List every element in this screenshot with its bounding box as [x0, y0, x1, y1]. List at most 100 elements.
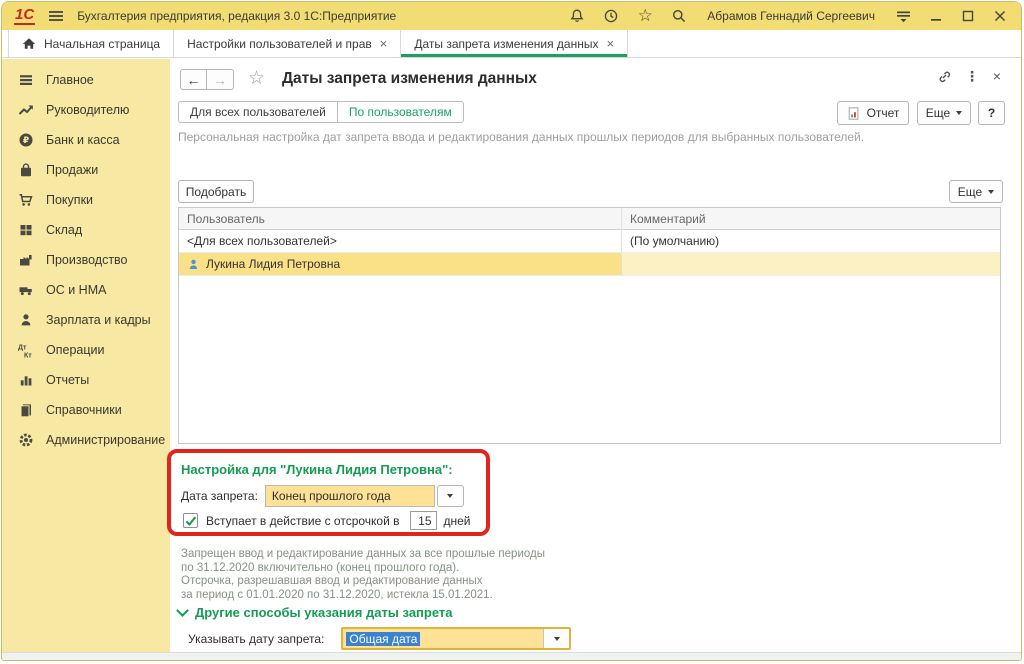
settings-heading: Настройка для "Лукина Лидия Петровна":: [181, 462, 453, 477]
service-menu-icon[interactable]: [893, 7, 913, 25]
favorites-star-icon[interactable]: ☆: [635, 7, 655, 25]
ban-date-mode-row: Указывать дату запрета: Общая дата: [188, 627, 571, 650]
view-mode-toggle: Для всех пользователей По пользователям: [178, 101, 464, 123]
form-more-button[interactable]: Еще: [917, 101, 971, 125]
help-button[interactable]: ?: [978, 101, 1005, 125]
get-link-icon[interactable]: [935, 68, 953, 84]
app-title: Бухгалтерия предприятия, редакция 3.0 1С…: [77, 9, 396, 23]
sidebar-item-proizvodstvo[interactable]: Производство: [2, 245, 170, 275]
close-form-icon[interactable]: ×: [988, 68, 1006, 84]
search-icon[interactable]: [669, 7, 689, 25]
shopping-cart-icon: [17, 192, 34, 209]
sidebar-item-operacii[interactable]: ДтКт Операции: [2, 335, 170, 365]
ban-date-mode-dropdown-button[interactable]: [543, 629, 569, 648]
sidebar-item-glavnoe[interactable]: Главное: [2, 65, 170, 95]
ban-date-label: Дата запрета:: [181, 489, 258, 503]
chevron-down-icon: [956, 111, 962, 115]
book-icon: [17, 402, 34, 419]
tab-close-icon[interactable]: ×: [606, 39, 614, 49]
current-user-name[interactable]: Абрамов Геннадий Сергеевич: [707, 9, 875, 23]
sidebar-item-zarplata-i-kadry[interactable]: Зарплата и кадры: [2, 305, 170, 335]
boxes-grid-icon: [17, 222, 34, 239]
user-cell: <Для всех пользователей>: [187, 234, 337, 248]
deferral-days-input[interactable]: 15: [410, 511, 437, 530]
svg-text:Кт: Кт: [24, 352, 32, 359]
truck-icon: [17, 282, 34, 299]
sidebar-item-os-i-nma[interactable]: ОС и НМА: [2, 275, 170, 305]
factory-icon: [17, 252, 34, 269]
table-row-all-users[interactable]: <Для всех пользователей> (По умолчанию): [179, 230, 1000, 253]
user-cell: Лукина Лидия Петровна: [206, 257, 340, 271]
ruble-circle-icon: ₽: [17, 132, 34, 149]
tab-label: Настройки пользователей и прав: [187, 37, 372, 51]
forward-arrow-button[interactable]: →: [207, 69, 234, 90]
form-data-change-ban-dates: ← → ☆ Даты запрета изменения данных ⋮ × …: [170, 59, 1021, 652]
1c-logo-icon: 1С: [14, 8, 35, 25]
page-title: Даты запрета изменения данных: [282, 70, 537, 88]
other-ways-section-header[interactable]: Другие способы указания даты запрета: [178, 605, 453, 620]
history-icon[interactable]: [601, 7, 621, 25]
tab-data-change-ban-dates[interactable]: Даты запрета изменения данных ×: [401, 30, 628, 57]
user-person-icon: [187, 258, 200, 271]
tab-user-rights-settings[interactable]: Настройки пользователей и прав ×: [174, 30, 401, 57]
tab-label: Даты запрета изменения данных: [414, 37, 598, 51]
table-row-lukina[interactable]: Лукина Лидия Петровна: [179, 253, 1000, 276]
tab-home[interactable]: Начальная страница: [8, 30, 174, 57]
tab-bar: Начальная страница Настройки пользовател…: [2, 30, 1021, 58]
close-window-button[interactable]: [991, 8, 1009, 24]
chevron-down-icon: [447, 494, 453, 498]
ban-info-text: Запрещен ввод и редактирование данных за…: [181, 548, 545, 602]
deferral-row: Вступает в действие с отсрочкой в 15 дне…: [183, 511, 471, 530]
bar-chart-icon: [17, 372, 34, 389]
toggle-all-users[interactable]: Для всех пользователей: [179, 102, 337, 122]
sidebar-item-spravochniki[interactable]: Справочники: [2, 395, 170, 425]
sidebar-item-pokupki[interactable]: Покупки: [2, 185, 170, 215]
sidebar: Главное Руководителю ₽ Банк и касса Прод…: [2, 59, 170, 652]
deferral-days-suffix: дней: [444, 514, 471, 528]
svg-text:Дт: Дт: [18, 344, 27, 351]
ban-date-mode-label: Указывать дату запрета:: [188, 632, 324, 646]
shopping-bag-icon: [17, 162, 34, 179]
page-description: Персональная настройка дат запрета ввода…: [178, 130, 864, 144]
deferral-label: Вступает в действие с отсрочкой в: [206, 514, 400, 528]
users-table: Пользователь Комментарий <Для всех польз…: [178, 207, 1001, 444]
list-more-button[interactable]: Еще: [949, 180, 1003, 203]
add-to-favorites-star-icon[interactable]: ☆: [248, 67, 265, 90]
sidebar-item-administrirovanie[interactable]: Администрирование: [2, 425, 170, 455]
notifications-bell-icon[interactable]: [567, 7, 587, 25]
home-icon: [22, 37, 36, 50]
column-header-comment[interactable]: Комментарий: [622, 208, 1000, 229]
form-menu-dots-icon[interactable]: ⋮: [963, 68, 981, 84]
trend-up-icon: [17, 102, 34, 119]
debit-credit-icon: ДтКт: [17, 342, 34, 359]
menu-lines-icon: [17, 72, 34, 89]
sidebar-item-rukovoditelyu[interactable]: Руководителю: [2, 95, 170, 125]
sidebar-item-sklad[interactable]: Склад: [2, 215, 170, 245]
ban-date-combobox[interactable]: Конец прошлого года: [265, 485, 435, 507]
sidebar-item-prodazhi[interactable]: Продажи: [2, 155, 170, 185]
deferral-checkbox[interactable]: [183, 513, 198, 528]
report-button[interactable]: Отчет: [837, 101, 909, 125]
nav-buttons: ← →: [180, 69, 234, 90]
gear-icon: [17, 432, 34, 449]
column-header-user[interactable]: Пользователь: [179, 208, 622, 229]
svg-text:₽: ₽: [22, 135, 28, 145]
ban-date-dropdown-button[interactable]: [437, 485, 464, 507]
chevron-down-icon: [554, 637, 560, 641]
ban-date-mode-combobox[interactable]: Общая дата: [341, 627, 571, 650]
back-arrow-button[interactable]: ←: [180, 69, 207, 90]
pick-users-button[interactable]: Подобрать: [178, 180, 254, 203]
tab-label: Начальная страница: [44, 37, 160, 51]
ban-date-row: Дата запрета: Конец прошлого года: [181, 485, 464, 507]
sidebar-item-otchety[interactable]: Отчеты: [2, 365, 170, 395]
minimize-button[interactable]: [927, 8, 945, 24]
toggle-by-users[interactable]: По пользователям: [337, 102, 463, 122]
chevron-expanded-icon: [176, 604, 189, 617]
tab-close-icon[interactable]: ×: [380, 39, 388, 49]
main-menu-icon[interactable]: [49, 9, 63, 23]
app-window: 1С Бухгалтерия предприятия, редакция 3.0…: [1, 1, 1022, 661]
person-icon: [17, 312, 34, 329]
table-header-row: Пользователь Комментарий: [179, 208, 1000, 230]
sidebar-item-bank-i-kassa[interactable]: ₽ Банк и касса: [2, 125, 170, 155]
maximize-button[interactable]: [959, 8, 977, 24]
